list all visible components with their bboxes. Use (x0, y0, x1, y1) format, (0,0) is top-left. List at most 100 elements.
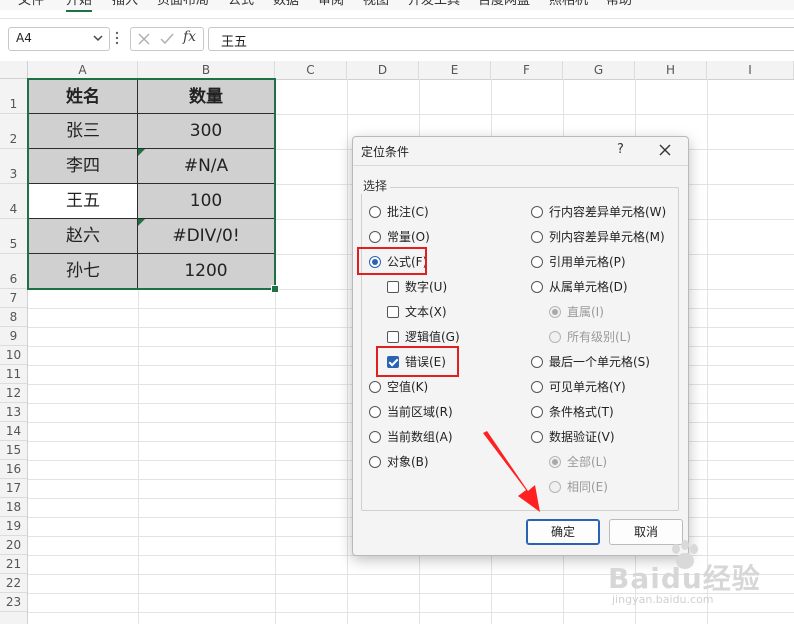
row-header-22[interactable]: 22 (0, 574, 27, 593)
group-label: 选择 (360, 177, 391, 194)
column-header-c[interactable]: C (275, 61, 347, 79)
cell-b5-value: #DIV/0! (172, 226, 240, 246)
menu-home[interactable]: 开始 (66, 0, 93, 12)
confirm-check-icon[interactable] (159, 31, 175, 47)
select-all-corner[interactable] (0, 61, 28, 79)
chevron-down-icon[interactable] (91, 30, 105, 46)
help-button[interactable]: ? (617, 142, 624, 157)
radio-conditional-formats[interactable] (531, 406, 543, 418)
menu-review[interactable]: 审阅 (318, 0, 344, 10)
cell-a4[interactable]: 王五 (28, 184, 138, 219)
row-header-1[interactable]: 1 (0, 79, 27, 114)
menu-camera[interactable]: 照相机 (549, 0, 588, 10)
radio-row-differences[interactable] (531, 206, 543, 218)
radio-objects[interactable] (369, 456, 381, 468)
cell-b4[interactable]: 100 (138, 184, 275, 219)
formula-actions: fx (130, 27, 204, 51)
option-objects-label: 对象(B) (387, 455, 429, 469)
formula-input[interactable]: 王五 (208, 27, 794, 51)
cell-b5[interactable]: #DIV/0! (138, 219, 275, 254)
cell-b3[interactable]: #N/A (138, 149, 275, 184)
radio-current-array[interactable] (369, 431, 381, 443)
cell-b6[interactable]: 1200 (138, 254, 275, 289)
row-header-16[interactable]: 16 (0, 460, 27, 479)
menu-data[interactable]: 数据 (273, 0, 299, 10)
row-header-17[interactable]: 17 (0, 479, 27, 498)
radio-current-region[interactable] (369, 406, 381, 418)
row-header-3[interactable]: 3 (0, 149, 27, 184)
close-icon[interactable] (657, 142, 673, 158)
row-header-19[interactable]: 19 (0, 517, 27, 536)
menu-page-layout[interactable]: 页面布局 (157, 0, 209, 10)
radio-constants[interactable] (369, 231, 381, 243)
row-header-11[interactable]: 11 (0, 365, 27, 384)
row-header-7[interactable]: 7 (0, 289, 27, 308)
radio-dependents[interactable] (531, 281, 543, 293)
more-dots-icon[interactable] (114, 30, 120, 46)
row-header-2[interactable]: 2 (0, 114, 27, 149)
row-headers: 1 2 3 4 5 6 7 8 9 10 11 12 13 14 15 16 1… (0, 79, 28, 624)
row-header-14[interactable]: 14 (0, 422, 27, 441)
radio-formulas[interactable] (369, 256, 381, 268)
column-header-d[interactable]: D (347, 61, 419, 79)
column-header-i[interactable]: I (707, 61, 794, 79)
column-header-b[interactable]: B (138, 61, 275, 79)
column-header-f[interactable]: F (491, 61, 563, 79)
row-header-12[interactable]: 12 (0, 384, 27, 403)
row-header-8[interactable]: 8 (0, 308, 27, 327)
menu-developer[interactable]: 开发工具 (408, 0, 460, 10)
radio-column-differences[interactable] (531, 231, 543, 243)
checkbox-numbers[interactable] (387, 281, 399, 293)
option-text-label: 文本(X) (405, 305, 447, 319)
menu-formulas[interactable]: 公式 (228, 0, 254, 10)
cancel-x-icon[interactable] (136, 31, 152, 47)
menu-help[interactable]: 帮助 (606, 0, 632, 10)
cell-a5[interactable]: 赵六 (28, 219, 138, 254)
column-header-e[interactable]: E (419, 61, 491, 79)
row-header-18[interactable]: 18 (0, 498, 27, 517)
row-header-5[interactable]: 5 (0, 219, 27, 254)
cell-a1[interactable]: 姓名 (28, 79, 138, 114)
row-header-23[interactable]: 23 (0, 593, 27, 612)
row-header-9[interactable]: 9 (0, 327, 27, 346)
column-header-h[interactable]: H (635, 61, 707, 79)
row-header-15[interactable]: 15 (0, 441, 27, 460)
cell-b2[interactable]: 300 (138, 114, 275, 149)
column-headers: A B C D E F G H I (28, 61, 794, 80)
radio-comments[interactable] (369, 206, 381, 218)
menu-baidu-netdisk[interactable]: 百度网盘 (478, 0, 530, 10)
menu-view[interactable]: 视图 (363, 0, 389, 10)
column-header-g[interactable]: G (563, 61, 635, 79)
insert-function-icon[interactable]: fx (183, 29, 196, 45)
radio-last-cell[interactable] (531, 356, 543, 368)
row-header-21[interactable]: 21 (0, 555, 27, 574)
column-header-a[interactable]: A (28, 61, 138, 79)
row-header-4[interactable]: 4 (0, 184, 27, 219)
row-header-20[interactable]: 20 (0, 536, 27, 555)
option-precedents-label: 引用单元格(P) (549, 255, 626, 269)
watermark-brand: Baidu经验 (608, 562, 761, 595)
cell-a2[interactable]: 张三 (28, 114, 138, 149)
radio-blanks[interactable] (369, 381, 381, 393)
checkbox-text[interactable] (387, 306, 399, 318)
menu-file[interactable]: 文件 (18, 0, 44, 10)
name-box-value: A4 (16, 31, 32, 45)
ribbon-menu: 文件 开始 插入 页面布局 公式 数据 审阅 视图 开发工具 百度网盘 照相机 … (0, 0, 794, 12)
checkbox-logicals[interactable] (387, 331, 399, 343)
checkbox-errors[interactable] (387, 356, 399, 368)
baidu-watermark: Baidu经验 jingyan.baidu.com (608, 540, 788, 623)
radio-visible-cells[interactable] (531, 381, 543, 393)
cell-a3[interactable]: 李四 (28, 149, 138, 184)
cell-b1[interactable]: 数量 (138, 79, 275, 114)
radio-precedents[interactable] (531, 256, 543, 268)
menu-insert[interactable]: 插入 (112, 0, 138, 10)
row-header-13[interactable]: 13 (0, 403, 27, 422)
radio-validation-same (549, 481, 561, 493)
cell-b3-value: #N/A (183, 156, 229, 176)
name-box[interactable]: A4 (8, 27, 110, 51)
fill-handle[interactable] (271, 285, 279, 293)
row-header-6[interactable]: 6 (0, 254, 27, 289)
cell-a6[interactable]: 孙七 (28, 254, 138, 289)
row-header-10[interactable]: 10 (0, 346, 27, 365)
ok-button[interactable]: 确定 (526, 519, 600, 545)
